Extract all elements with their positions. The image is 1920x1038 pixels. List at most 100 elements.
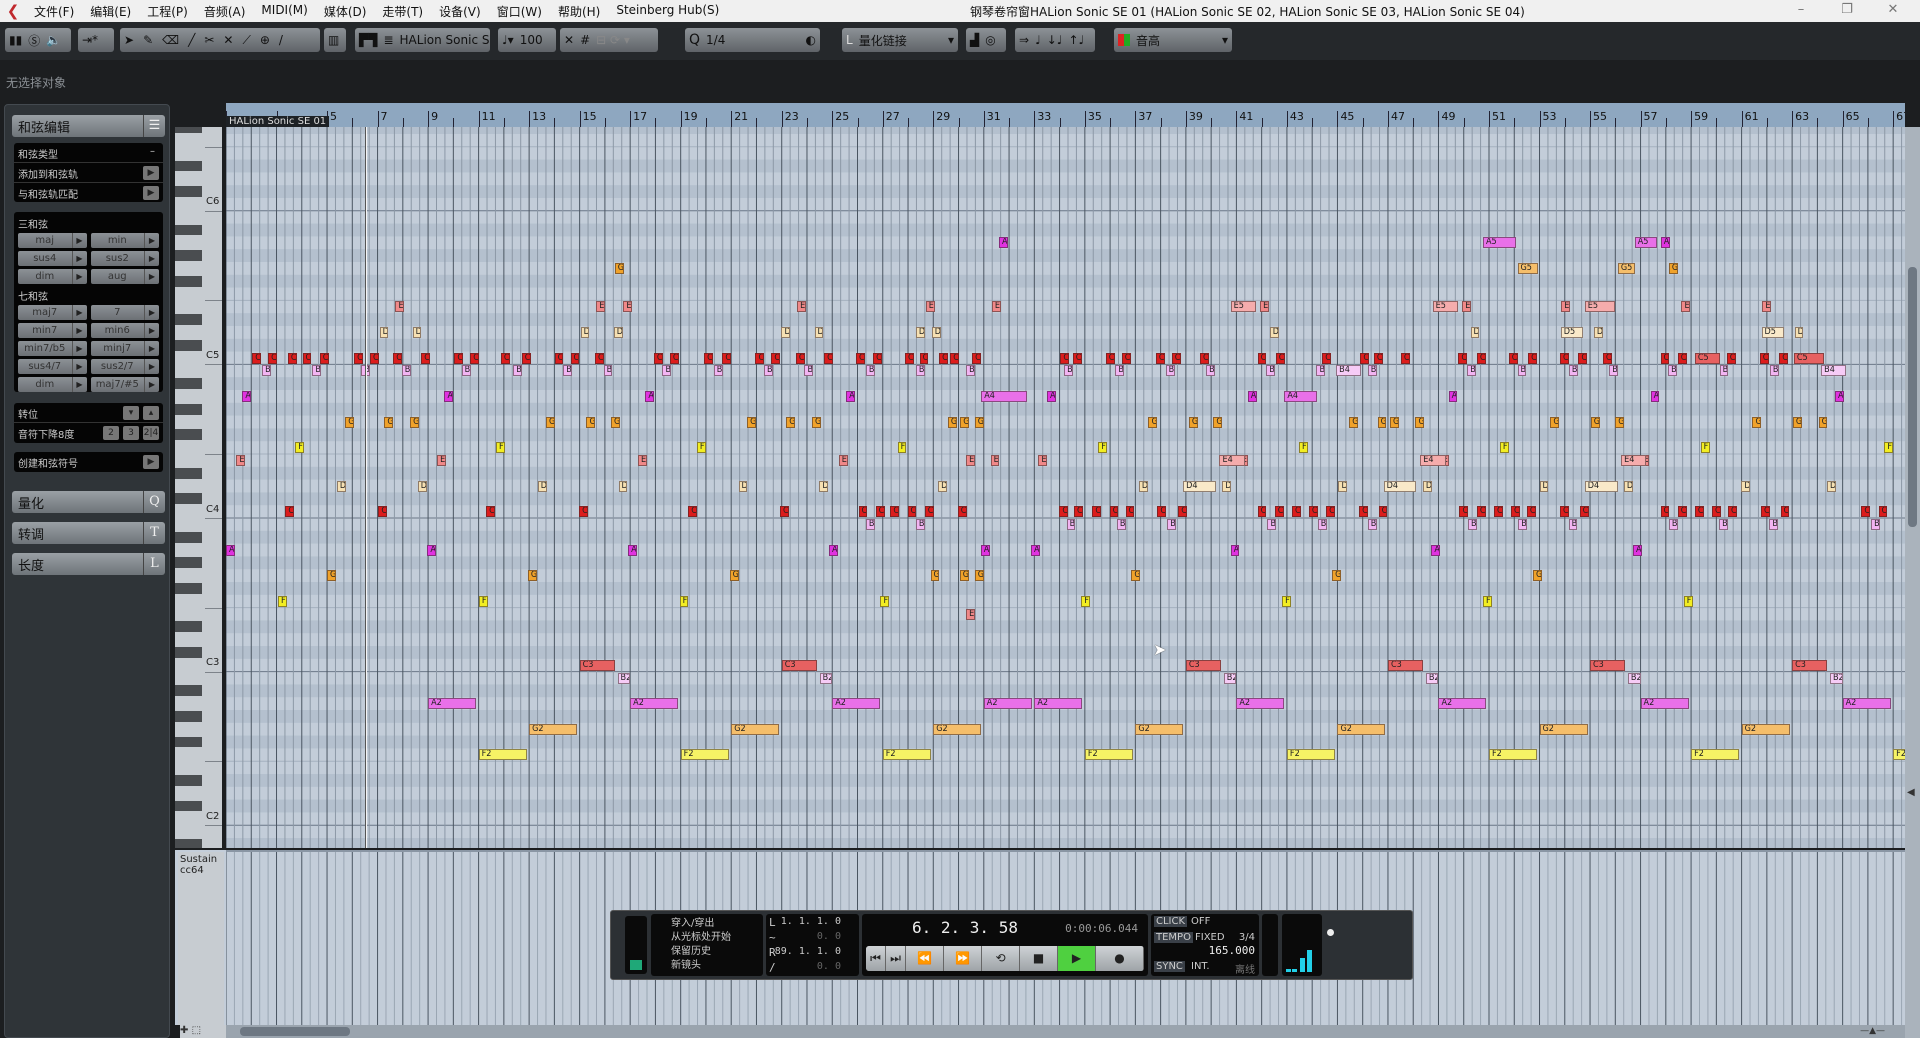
midi-note-C4[interactable]: C bbox=[285, 506, 295, 518]
midi-note-C5[interactable]: C bbox=[1759, 352, 1769, 364]
midi-note-C5[interactable]: C bbox=[1458, 352, 1468, 364]
drop-2-4-button[interactable]: 2|4 bbox=[143, 426, 159, 440]
midi-note-C5[interactable]: C bbox=[873, 352, 882, 364]
midi-note-C4[interactable]: C bbox=[779, 506, 789, 518]
snap-toggle-icon[interactable]: ✕ bbox=[564, 33, 574, 47]
midi-note-C5[interactable]: C bbox=[1602, 352, 1612, 364]
controller-selector[interactable]: Sustain cc64 bbox=[178, 852, 224, 1025]
black-key[interactable] bbox=[175, 186, 202, 197]
sync-button[interactable]: SYNC bbox=[1154, 961, 1185, 972]
midi-note-C4[interactable]: C bbox=[1092, 506, 1102, 518]
midi-note-C5[interactable]: C bbox=[653, 352, 663, 364]
midi-note-A3[interactable]: A bbox=[828, 544, 838, 556]
midi-note-G2[interactable]: G2 bbox=[1135, 723, 1184, 735]
tempo-button[interactable]: TEMPO bbox=[1154, 932, 1193, 943]
tempo-value[interactable]: 165.000 bbox=[1209, 944, 1255, 957]
ruler[interactable]: 5 7 9 11 13 15 17 19 21 23 25 27 29 31 33 35 37 39 41 43 45 4… bbox=[226, 103, 1905, 127]
line-draw-icon[interactable]: / bbox=[279, 33, 283, 47]
draw-tool-icon[interactable]: ✎ bbox=[143, 33, 153, 47]
midi-note-E5[interactable]: E bbox=[395, 301, 405, 313]
midi-note-D4[interactable]: D bbox=[1222, 480, 1232, 492]
midi-note-C4[interactable]: C bbox=[1694, 506, 1704, 518]
midi-note-C4[interactable]: C bbox=[1780, 506, 1790, 518]
chord-button-sus47[interactable]: sus4/7 ▶ bbox=[18, 359, 87, 374]
instrument-selector[interactable]: ▛▜ ≣ HALion Sonic S bbox=[355, 28, 490, 52]
midi-note-F2[interactable]: F2 bbox=[1691, 749, 1740, 761]
midi-note-C5[interactable]: C bbox=[1508, 352, 1518, 364]
menu-item[interactable]: MIDI(M) bbox=[253, 3, 315, 20]
midi-note-A4[interactable]: A bbox=[645, 390, 655, 402]
midi-note-B3[interactable]: B bbox=[1167, 518, 1177, 530]
menu-item[interactable]: 工程(P) bbox=[139, 3, 196, 20]
chord-button-aug[interactable]: aug ▶ bbox=[90, 269, 159, 284]
midi-note-B3[interactable]: B bbox=[1066, 518, 1076, 530]
midi-note-B4[interactable]: B bbox=[1266, 365, 1276, 377]
midi-note-C3[interactable]: C3 bbox=[1387, 659, 1424, 671]
midi-note-A3[interactable]: A bbox=[1230, 544, 1240, 556]
midi-note-C4[interactable]: C bbox=[1727, 506, 1737, 518]
midi-note-A4[interactable]: A bbox=[1835, 390, 1844, 402]
midi-note-D5[interactable]: D bbox=[931, 326, 941, 338]
midi-note-B4[interactable]: B bbox=[1517, 365, 1527, 377]
midi-note-C5[interactable]: C bbox=[1578, 352, 1588, 364]
chord-editing-header[interactable]: 和弦编辑 ☰ bbox=[12, 115, 165, 137]
black-key[interactable] bbox=[175, 378, 202, 389]
midi-note-D5[interactable]: D bbox=[1470, 326, 1480, 338]
midi-note-B4[interactable]: B bbox=[1206, 365, 1215, 377]
start-from-cursor-mode[interactable]: 从光标处开始 bbox=[671, 931, 757, 945]
midi-note-C5[interactable]: C bbox=[570, 352, 580, 364]
solo-icon[interactable]: Ⓢ bbox=[28, 32, 40, 49]
midi-note-C5[interactable]: C bbox=[1275, 352, 1285, 364]
midi-note-C4[interactable]: C bbox=[486, 506, 495, 518]
play-arrow-icon[interactable]: ▶ bbox=[145, 269, 159, 284]
midi-note-C5[interactable]: C bbox=[595, 352, 604, 364]
grid-icon[interactable]: # bbox=[580, 33, 590, 47]
midi-note-D5[interactable]: D bbox=[1794, 326, 1804, 338]
midi-note-F4[interactable]: F bbox=[696, 442, 706, 454]
midi-note-A2[interactable]: A2 bbox=[1236, 698, 1285, 710]
midi-note-F3[interactable]: F bbox=[478, 595, 488, 607]
play-arrow-icon[interactable]: ▶ bbox=[145, 233, 159, 248]
midi-note-E5[interactable]: E5 bbox=[1230, 301, 1256, 313]
midi-note-B4[interactable]: B bbox=[1467, 365, 1477, 377]
midi-note-C4[interactable]: C bbox=[1125, 506, 1135, 518]
midi-note-C5[interactable]: C bbox=[1171, 352, 1181, 364]
midi-note-C4[interactable]: C bbox=[1073, 506, 1083, 518]
midi-note-F2[interactable]: F2 bbox=[1489, 749, 1537, 761]
midi-note-C4[interactable]: C bbox=[1712, 506, 1721, 518]
midi-note-C5[interactable]: C bbox=[287, 352, 297, 364]
black-key[interactable] bbox=[175, 775, 202, 786]
midi-note-G3[interactable]: G bbox=[527, 570, 537, 582]
chord-button-7[interactable]: 7 ▶ bbox=[90, 305, 159, 320]
midi-note-E5[interactable]: E bbox=[797, 301, 806, 313]
stop-button[interactable]: ■ bbox=[1020, 946, 1058, 971]
note-down-icon[interactable]: ↓♩ bbox=[1047, 33, 1063, 47]
menu-item[interactable]: 音频(A) bbox=[196, 3, 254, 20]
midi-note-C5[interactable]: C bbox=[1257, 352, 1267, 364]
midi-note-C4[interactable]: C bbox=[875, 506, 885, 518]
midi-note-B4[interactable]: B bbox=[262, 365, 271, 377]
midi-note-B4[interactable]: B bbox=[713, 365, 723, 377]
drop-3-button[interactable]: 3 bbox=[123, 426, 139, 440]
midi-note-B3[interactable]: B bbox=[1568, 518, 1578, 530]
menu-item[interactable]: 编辑(E) bbox=[82, 3, 139, 20]
black-key[interactable] bbox=[175, 583, 202, 594]
midi-note-C5[interactable]: C bbox=[369, 352, 379, 364]
midi-note-C4[interactable]: C bbox=[1178, 506, 1188, 518]
midi-note-C4[interactable]: C bbox=[1526, 506, 1536, 518]
midi-note-C4[interactable]: C bbox=[924, 506, 934, 518]
midi-note-D5[interactable]: D bbox=[915, 326, 925, 338]
black-key[interactable] bbox=[175, 127, 202, 133]
midi-note-A2[interactable]: A2 bbox=[1842, 698, 1891, 710]
zoom-tool-icon[interactable]: ⊕ bbox=[260, 33, 270, 47]
chord-button-sus2[interactable]: sus2 ▶ bbox=[90, 251, 159, 266]
midi-note-C5[interactable]: C bbox=[904, 352, 914, 364]
quantize-preset-field[interactable]: Q 1/4 ◐ bbox=[685, 28, 820, 52]
play-arrow-icon[interactable]: ▶ bbox=[73, 305, 87, 320]
menu-item[interactable]: Steinberg Hub(S) bbox=[608, 3, 727, 20]
midi-note-C4[interactable]: C bbox=[1494, 506, 1503, 518]
midi-note-B4[interactable]: B4 bbox=[1821, 365, 1847, 377]
midi-note-C5[interactable]: C bbox=[950, 352, 960, 364]
midi-note-G4[interactable]: G bbox=[610, 416, 620, 428]
go-to-end-button[interactable]: ⏭ bbox=[886, 946, 906, 971]
